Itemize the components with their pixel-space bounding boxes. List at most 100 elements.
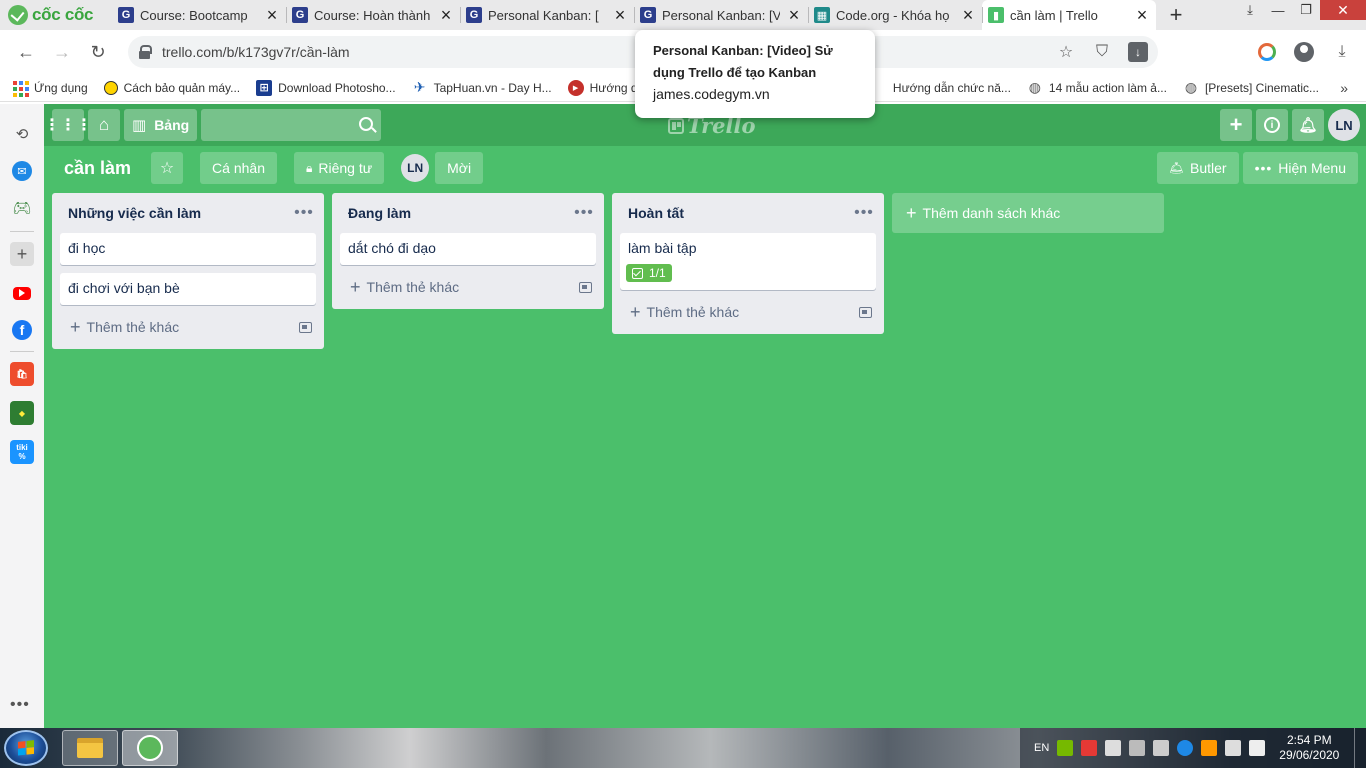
show-menu-button[interactable]: ••• Hiện Menu xyxy=(1242,152,1358,184)
add-card-button[interactable]: + Thêm thẻ khác xyxy=(60,313,316,341)
language-indicator[interactable]: EN xyxy=(1034,742,1049,754)
youtube-icon[interactable] xyxy=(10,281,34,305)
card[interactable]: đi chơi với bạn bè xyxy=(60,273,316,305)
start-button[interactable] xyxy=(4,730,48,766)
board-member-avatar[interactable]: LN xyxy=(401,154,430,182)
notifications-button[interactable]: 🔔︎ xyxy=(1292,109,1324,141)
download-icon[interactable]: ↓ xyxy=(1128,42,1148,62)
volume-icon[interactable] xyxy=(1129,740,1146,756)
card[interactable]: làm bài tập 1/1 xyxy=(620,233,876,290)
card[interactable]: dắt chó đi dạo xyxy=(340,233,596,265)
star-board-button[interactable]: ☆ xyxy=(151,152,184,184)
privacy-button[interactable]: 🔒︎ Riêng tư xyxy=(293,152,385,184)
add-card-button[interactable]: + Thêm thẻ khác xyxy=(340,273,596,301)
user-avatar[interactable]: LN xyxy=(1328,109,1360,141)
browser-tab[interactable]: G Personal Kanban: [V × xyxy=(634,0,808,30)
search-icon[interactable] xyxy=(359,117,374,131)
taskbar-coccoc-button[interactable] xyxy=(122,730,178,766)
tab-close-icon[interactable]: × xyxy=(786,6,802,24)
search-input[interactable] xyxy=(201,109,382,141)
power-icon[interactable] xyxy=(1249,740,1266,756)
downloads-icon[interactable]: ⤓ xyxy=(1332,42,1352,62)
add-card-button[interactable]: + Thêm thẻ khác xyxy=(620,298,876,326)
list-menu-icon[interactable]: ••• xyxy=(572,201,596,225)
home-button[interactable]: ⌂ xyxy=(88,109,120,141)
shield-icon[interactable]: ⛉ xyxy=(1092,42,1112,62)
usb-icon[interactable] xyxy=(1105,740,1122,756)
maximize-button[interactable]: ❐ xyxy=(1292,0,1320,20)
tab-close-icon[interactable]: × xyxy=(264,6,280,24)
new-tab-button[interactable]: + xyxy=(1162,0,1190,30)
zalo-icon[interactable] xyxy=(1177,740,1194,756)
browser-tab[interactable]: G Personal Kanban: [ × xyxy=(460,0,634,30)
team-visibility-button[interactable]: Cá nhân xyxy=(200,152,277,184)
history-icon[interactable]: ⟲ xyxy=(10,122,34,146)
download-arrow-icon[interactable]: ⤓ xyxy=(1236,0,1264,20)
account-icon[interactable] xyxy=(1294,42,1314,62)
browser-brand[interactable]: cốc cốc xyxy=(0,0,112,30)
reload-button[interactable]: ↻ xyxy=(80,34,116,70)
unikey-icon[interactable] xyxy=(1201,740,1218,756)
messenger-icon[interactable]: ✉ xyxy=(12,161,32,181)
network-icon[interactable] xyxy=(1153,740,1170,756)
browser-tab[interactable]: G Course: Hoàn thành × xyxy=(286,0,460,30)
minimize-button[interactable]: — xyxy=(1264,0,1292,20)
tiki-icon[interactable]: tiki% xyxy=(10,440,34,464)
bookmark-item[interactable]: ◍ 14 mẫu action làm ả... xyxy=(1027,79,1167,96)
tab-close-icon[interactable]: × xyxy=(1134,6,1150,24)
bookmark-item[interactable]: ✈ TapHuan.vn - Day H... xyxy=(412,79,552,96)
game-app-icon[interactable]: ◆ xyxy=(10,401,34,425)
more-icon[interactable]: ••• xyxy=(10,696,30,714)
list-menu-icon[interactable]: ••• xyxy=(852,201,876,225)
board-title[interactable]: cần làm xyxy=(56,158,139,179)
coccoc-extension-icon[interactable] xyxy=(1258,43,1276,61)
info-button[interactable]: i xyxy=(1256,109,1288,141)
close-window-button[interactable]: ✕ xyxy=(1320,0,1366,20)
signal-icon[interactable] xyxy=(1225,740,1242,756)
show-desktop-button[interactable] xyxy=(1354,728,1366,768)
card-template-icon[interactable] xyxy=(859,306,872,318)
nvidia-icon[interactable] xyxy=(1057,740,1074,756)
add-list-button[interactable]: + Thêm danh sách khác xyxy=(892,193,1164,233)
bookmark-item[interactable]: Hướng dẫn chức nă... xyxy=(893,81,1011,95)
browser-tab[interactable]: G Course: Bootcamp × xyxy=(112,0,286,30)
taskbar-explorer-button[interactable] xyxy=(62,730,118,766)
shopee-icon[interactable]: 🛍︎ xyxy=(10,362,34,386)
gamepad-icon[interactable]: 🎮︎ xyxy=(10,196,34,220)
list-title[interactable]: Những việc cần làm xyxy=(68,205,201,221)
antivirus-icon[interactable] xyxy=(1081,740,1098,756)
list-header[interactable]: Những việc cần làm ••• xyxy=(60,193,316,233)
card[interactable]: đi học xyxy=(60,233,316,265)
back-button[interactable]: ← xyxy=(8,34,44,70)
bookmarks-overflow-icon[interactable]: » xyxy=(1340,80,1348,96)
browser-tab-active[interactable]: ▮ cần làm | Trello × xyxy=(982,0,1156,30)
codegym-favicon-icon: G xyxy=(292,7,308,23)
apps-grid-button[interactable]: ⋮⋮⋮ xyxy=(44,109,92,141)
lock-icon xyxy=(138,45,152,59)
list-title[interactable]: Hoàn tất xyxy=(628,205,684,221)
card-template-icon[interactable] xyxy=(579,281,592,293)
butler-bell-icon: 🛎︎ xyxy=(1168,161,1184,175)
list-title[interactable]: Đang làm xyxy=(348,205,411,221)
tab-close-icon[interactable]: × xyxy=(960,6,976,24)
butler-button[interactable]: 🛎︎ Butler xyxy=(1156,152,1239,184)
bookmark-item[interactable]: ◍ [Presets] Cinematic... xyxy=(1183,79,1319,96)
bookmark-apps[interactable]: Ứng dụng xyxy=(12,80,88,97)
bookmark-item[interactable]: Cách bảo quản máy... xyxy=(103,80,240,95)
list-menu-icon[interactable]: ••• xyxy=(292,201,316,225)
forward-button[interactable]: → xyxy=(44,34,80,70)
clock[interactable]: 2:54 PM 29/06/2020 xyxy=(1279,733,1339,763)
create-button[interactable]: + xyxy=(1220,109,1252,141)
add-icon[interactable]: + xyxy=(10,242,34,266)
bookmark-item[interactable]: ⊞ Download Photosho... xyxy=(256,79,396,96)
tab-close-icon[interactable]: × xyxy=(438,6,454,24)
list-header[interactable]: Đang làm ••• xyxy=(340,193,596,233)
bookmark-star-icon[interactable]: ☆ xyxy=(1056,42,1076,62)
invite-button[interactable]: Mời xyxy=(435,152,484,184)
list-header[interactable]: Hoàn tất ••• xyxy=(620,193,876,233)
card-template-icon[interactable] xyxy=(299,321,312,333)
facebook-icon[interactable]: f xyxy=(12,320,32,340)
tab-close-icon[interactable]: × xyxy=(612,6,628,24)
boards-button[interactable]: ▥ Bảng xyxy=(124,109,198,141)
browser-tab[interactable]: ▦ Code.org - Khóa họ × xyxy=(808,0,982,30)
